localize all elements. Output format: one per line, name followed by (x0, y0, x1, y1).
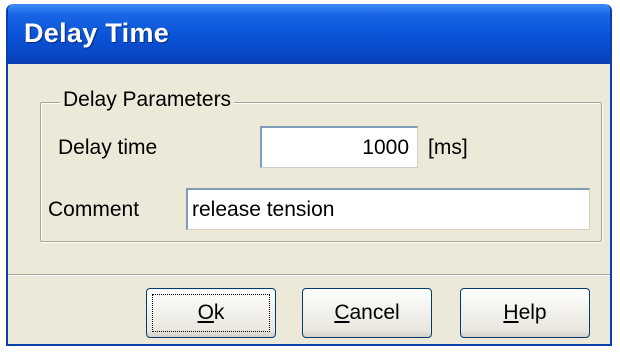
cancel-button-label: Cancel (334, 301, 400, 324)
cancel-button[interactable]: Cancel (302, 288, 432, 338)
ok-button[interactable]: Ok (146, 288, 276, 338)
delay-time-label: Delay time (58, 136, 158, 159)
comment-input[interactable] (186, 188, 590, 230)
delay-time-input[interactable] (260, 126, 418, 168)
delay-unit-label: [ms] (428, 136, 468, 159)
footer-divider (8, 274, 610, 276)
group-legend: Delay Parameters (60, 88, 235, 112)
comment-label: Comment (48, 198, 140, 221)
help-button[interactable]: Help (460, 288, 590, 338)
title-bar[interactable]: Delay Time (8, 4, 610, 64)
help-button-label: Help (503, 301, 547, 324)
delay-time-dialog: Delay Time Delay Parameters Delay time [… (6, 4, 612, 346)
window-title: Delay Time (24, 18, 170, 48)
focus-ring (152, 294, 270, 332)
